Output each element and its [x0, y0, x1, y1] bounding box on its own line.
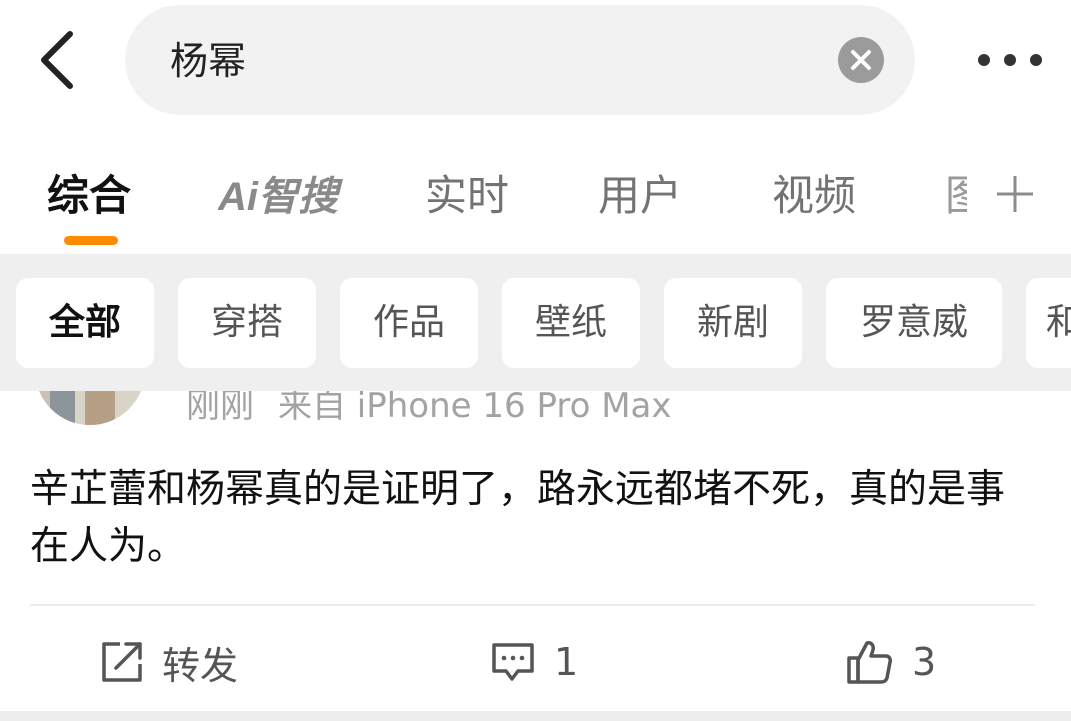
active-tab-indicator: [64, 236, 118, 245]
post-time: 刚刚: [186, 386, 254, 426]
like-count: 3: [912, 640, 937, 684]
plus-icon: [997, 176, 1033, 212]
repost-icon: [102, 642, 142, 682]
tab-images[interactable]: 图: [945, 168, 967, 224]
svg-text:Ai智搜: Ai智搜: [218, 175, 343, 219]
more-options-button[interactable]: [975, 50, 1045, 70]
chip-wallpaper[interactable]: 壁纸: [502, 278, 640, 368]
tab-comprehensive[interactable]: 综合: [47, 168, 131, 224]
comment-count: 1: [554, 640, 579, 684]
clear-search-button[interactable]: [838, 37, 884, 83]
post-content: 辛芷蕾和杨幂真的是证明了，路永远都堵不死，真的是事在人为。: [30, 467, 1006, 569]
search-query-text: 杨幂: [170, 39, 247, 83]
chip-loewe[interactable]: 罗意威: [826, 278, 1002, 368]
comment-button[interactable]: 1: [490, 635, 578, 689]
ai-search-logo: Ai智搜: [217, 175, 343, 219]
chevron-left-icon: [41, 31, 73, 89]
more-dots-icon: [978, 54, 1042, 66]
tab-users[interactable]: 用户: [598, 168, 682, 224]
repost-label: 转发: [162, 643, 239, 688]
repost-button[interactable]: 转发: [100, 635, 238, 689]
tab-ai-search[interactable]: Ai智搜: [217, 172, 348, 234]
post-source: 来自 iPhone 16 Pro Max: [278, 386, 672, 426]
like-button[interactable]: 3: [846, 635, 936, 689]
comment-icon: [492, 643, 534, 681]
close-icon: [851, 50, 871, 70]
tab-realtime[interactable]: 实时: [425, 168, 509, 224]
divider: [30, 604, 1035, 606]
chip-all[interactable]: 全部: [16, 278, 154, 368]
back-button[interactable]: [30, 28, 90, 92]
chip-partial[interactable]: 和: [1026, 278, 1071, 368]
chip-works[interactable]: 作品: [340, 278, 478, 368]
chip-new-drama[interactable]: 新剧: [664, 278, 802, 368]
section-separator: [0, 711, 1071, 721]
add-tab-button[interactable]: [995, 170, 1035, 218]
tab-video[interactable]: 视频: [772, 168, 856, 224]
thumbs-up-icon: [847, 641, 892, 684]
chip-outfit[interactable]: 穿搭: [178, 278, 316, 368]
